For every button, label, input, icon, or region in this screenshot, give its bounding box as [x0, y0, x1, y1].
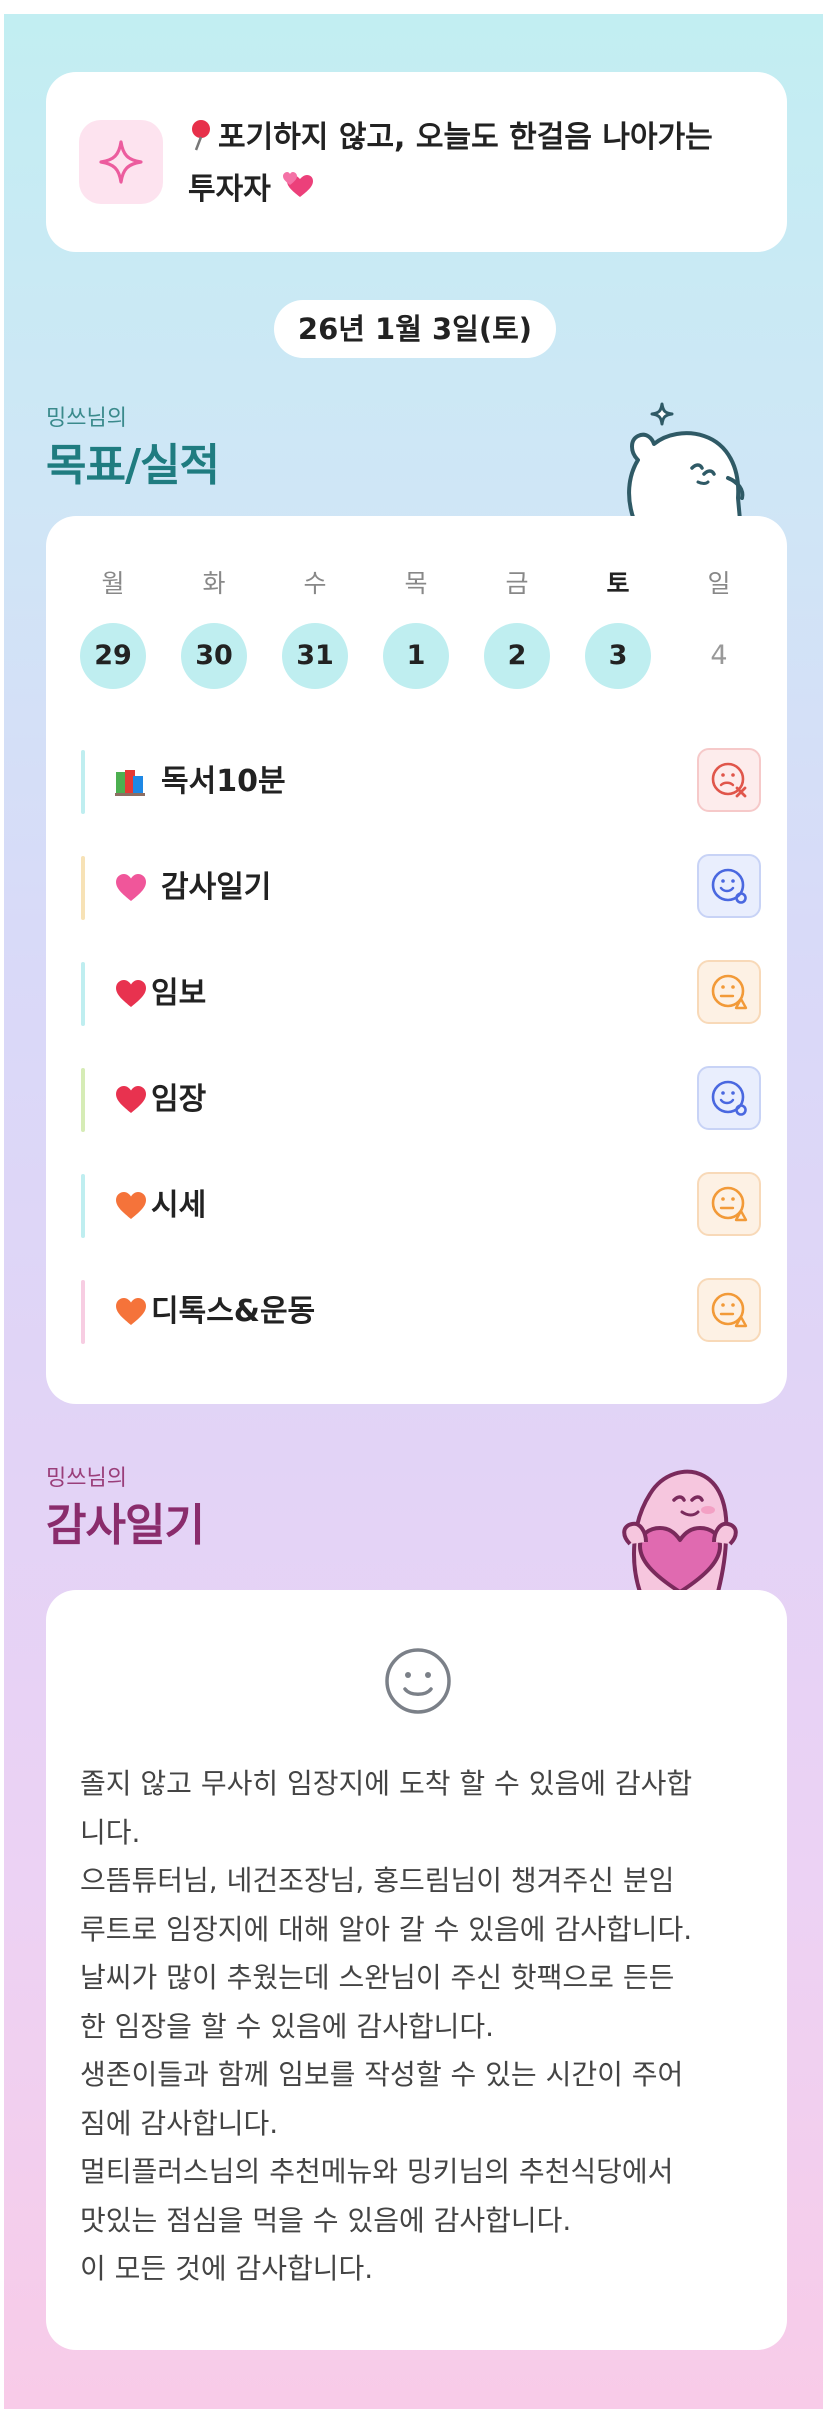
goal-indicator-bar: [81, 1174, 85, 1238]
books-icon: [113, 764, 149, 800]
gratitude-section-subtitle: 밍쓰님의: [46, 1466, 127, 1491]
sparkle-icon: [79, 120, 163, 204]
day-button[interactable]: 31: [282, 623, 348, 689]
goal-row[interactable]: 독서10분: [81, 746, 761, 818]
page: 포기하지 않고, 오늘도 한걸음 나아가는 투자자 26년 1월 3일(토) 밍…: [4, 14, 823, 2409]
status-mid-face-icon[interactable]: [697, 1172, 761, 1236]
day-button[interactable]: 30: [181, 623, 247, 689]
goal-label: 감사일기: [161, 870, 272, 905]
goal-indicator-bar: [81, 1280, 85, 1344]
motto-text: 포기하지 않고, 오늘도 한걸음 나아가는 투자자: [188, 114, 748, 218]
gratitude-text: 졸지 않고 무사히 임장지에 도착 할 수 있음에 감사합 니다. 으뜸튜터님,…: [80, 1767, 693, 2285]
date-pill[interactable]: 26년 1월 3일(토): [274, 300, 556, 358]
goal-label: 임보: [151, 976, 207, 1011]
status-good-face-icon[interactable]: [697, 854, 761, 918]
weekday-label: 금: [505, 569, 529, 598]
goal-label: 임장: [151, 1082, 207, 1117]
day-button-selected[interactable]: 3: [585, 623, 651, 689]
goal-indicator-bar: [81, 856, 85, 920]
goals-card: 월 화 수 목 금 토 일 29 30 31 1 2 3 4 독서10분 감사일…: [46, 516, 787, 1404]
heart-icon: [113, 870, 149, 906]
goal-row[interactable]: 임장: [81, 1064, 761, 1136]
smile-face-icon: [382, 1645, 454, 1717]
goal-indicator-bar: [81, 1068, 85, 1132]
orange-heart-icon: [113, 1188, 149, 1224]
goals-section-subtitle: 밍쓰님의: [46, 406, 127, 431]
status-good-face-icon[interactable]: [697, 1066, 761, 1130]
day-button[interactable]: 4: [686, 623, 752, 689]
motto-line2: 투자자: [188, 172, 271, 207]
heart-icon: [113, 976, 149, 1012]
heart-mascot-icon: [600, 1452, 760, 1596]
goal-row[interactable]: 디톡스&운동: [81, 1276, 761, 1348]
gratitude-section-title: 감사일기: [46, 1500, 205, 1551]
weekday-label: 일: [707, 569, 731, 598]
goals-mascot-icon: [604, 398, 754, 524]
day-button[interactable]: 2: [484, 623, 550, 689]
day-button[interactable]: 29: [80, 623, 146, 689]
goal-row[interactable]: 임보: [81, 958, 761, 1030]
pin-icon: [188, 118, 214, 166]
weekday-label: 목: [404, 569, 428, 598]
goal-label: 독서10분: [161, 764, 286, 799]
orange-heart-icon: [113, 1294, 149, 1330]
two-hearts-icon: [281, 169, 315, 218]
goal-row[interactable]: 시세: [81, 1170, 761, 1242]
gratitude-card: 졸지 않고 무사히 임장지에 도착 할 수 있음에 감사합 니다. 으뜸튜터님,…: [46, 1590, 787, 2350]
status-mid-face-icon[interactable]: [697, 1278, 761, 1342]
goal-label: 디톡스&운동: [151, 1294, 316, 1329]
weekday-label: 수: [303, 569, 327, 598]
goal-indicator-bar: [81, 750, 85, 814]
goal-indicator-bar: [81, 962, 85, 1026]
goal-label: 시세: [151, 1188, 207, 1223]
goal-row[interactable]: 감사일기: [81, 852, 761, 924]
motto-line1: 포기하지 않고, 오늘도 한걸음 나아가는: [218, 120, 713, 155]
weekday-label: 화: [202, 569, 226, 598]
motto-card: 포기하지 않고, 오늘도 한걸음 나아가는 투자자: [46, 72, 787, 252]
status-mid-face-icon[interactable]: [697, 960, 761, 1024]
goals-section-title: 목표/실적: [46, 440, 220, 491]
heart-icon: [113, 1082, 149, 1118]
status-fail-face-icon[interactable]: [697, 748, 761, 812]
day-button[interactable]: 1: [383, 623, 449, 689]
weekday-label: 월: [101, 569, 125, 598]
weekday-label-today: 토: [606, 569, 630, 598]
